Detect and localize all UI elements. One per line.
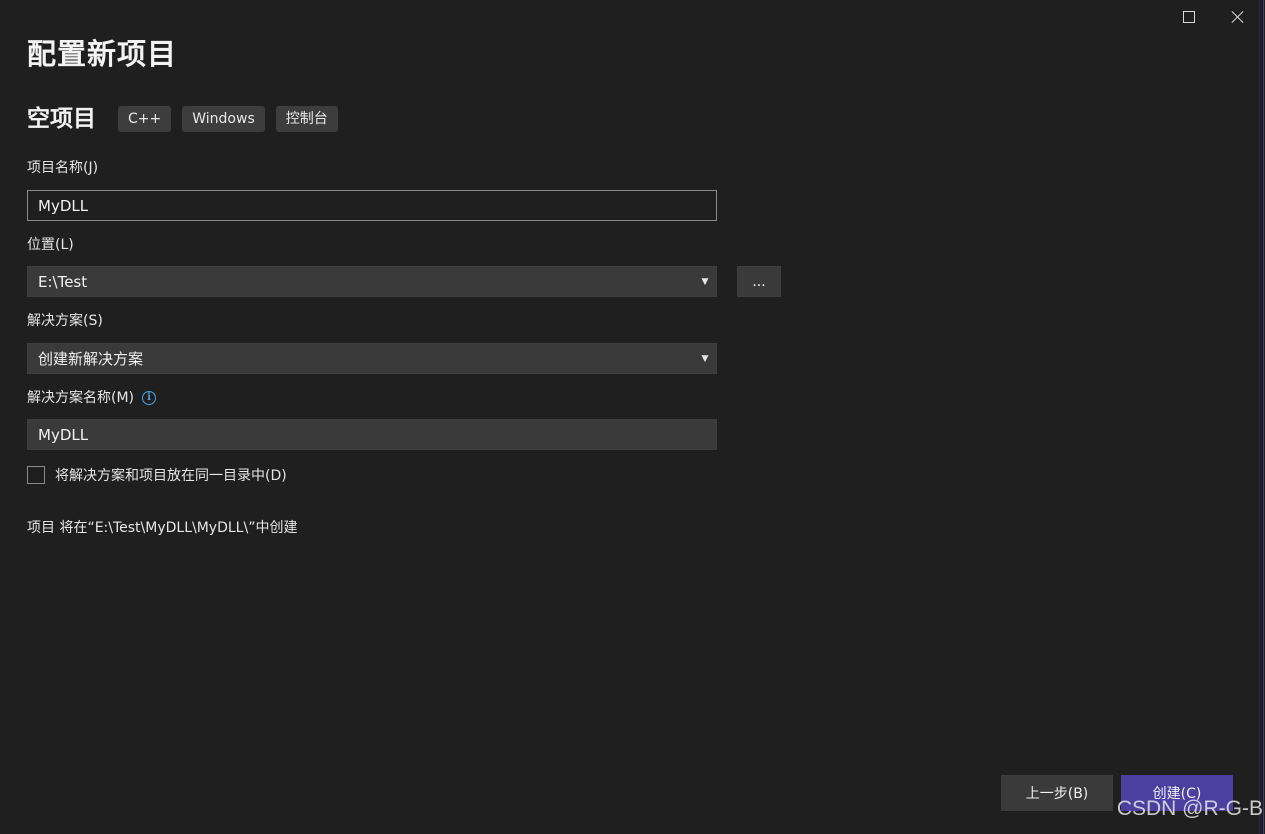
project-name-label: 项目名称(J) [27, 160, 99, 176]
project-path-note: 项目 将在“E:\Test\MyDLL\MyDLL\”中创建 [27, 520, 298, 536]
close-icon [1231, 10, 1245, 24]
solution-name-input[interactable] [27, 419, 717, 450]
location-label: 位置(L) [27, 237, 74, 253]
info-icon[interactable]: i [142, 391, 157, 405]
location-combobox[interactable]: E:\Test ▼ [27, 266, 717, 297]
maximize-button[interactable] [1166, 0, 1212, 34]
page-title: 配置新项目 [27, 37, 178, 71]
tag-windows: Windows [182, 106, 265, 132]
same-directory-checkbox[interactable] [27, 466, 45, 484]
solution-value: 创建新解决方案 [38, 350, 144, 368]
solution-label: 解决方案(S) [27, 313, 103, 329]
location-value: E:\Test [38, 272, 88, 291]
watermark: CSDN @R-G-B [1116, 797, 1263, 820]
window-right-border [1259, 0, 1265, 834]
same-directory-option[interactable]: 将解决方案和项目放在同一目录中(D) [27, 465, 287, 485]
template-name: 空项目 [27, 106, 96, 132]
solution-name-label-row: 解决方案名称(M) i [27, 388, 157, 408]
browse-button[interactable]: ... [737, 266, 781, 297]
same-directory-label: 将解决方案和项目放在同一目录中(D) [55, 468, 287, 484]
solution-combobox[interactable]: 创建新解决方案 ▼ [27, 343, 717, 374]
back-button[interactable]: 上一步(B) [1001, 775, 1113, 811]
dropdown-arrow-icon[interactable]: ▼ [694, 344, 716, 373]
close-button[interactable] [1215, 0, 1261, 34]
tag-cpp: C++ [118, 106, 172, 132]
window-accent-line [1263, 0, 1264, 834]
dropdown-arrow-icon[interactable]: ▼ [694, 267, 716, 296]
solution-name-label: 解决方案名称(M) [27, 390, 135, 406]
template-summary: 空项目 C++ Windows 控制台 [27, 104, 349, 134]
project-name-input[interactable] [27, 190, 717, 221]
maximize-icon [1183, 11, 1195, 23]
configure-project-dialog: 配置新项目 空项目 C++ Windows 控制台 项目名称(J) 位置(L) … [0, 0, 1265, 834]
tag-console: 控制台 [275, 106, 338, 132]
